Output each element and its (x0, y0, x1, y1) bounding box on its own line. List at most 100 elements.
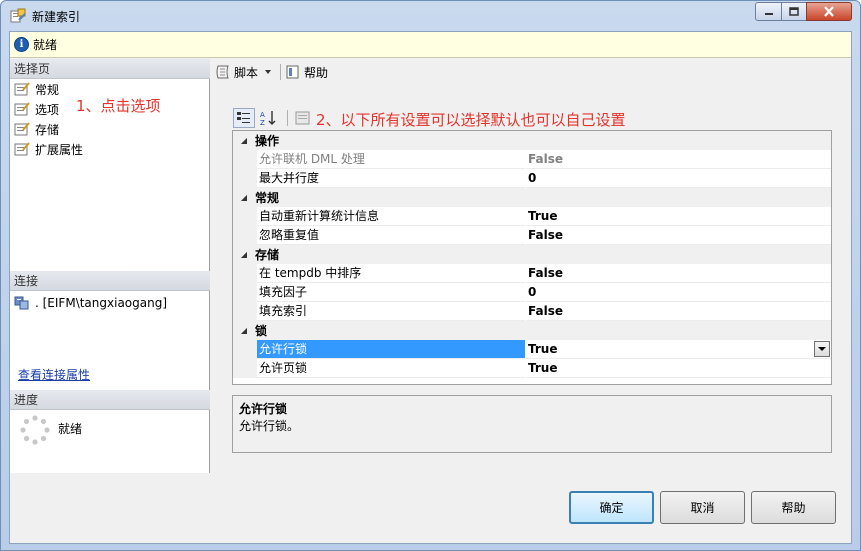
row-gutter (233, 302, 257, 321)
sort-alphabetical-button[interactable]: AZ (258, 108, 280, 128)
property-name: 允许联机 DML 处理 (257, 150, 525, 169)
annotation-settings-note: 2、以下所有设置可以选择默认也可以自己设置 (316, 111, 626, 129)
page-item-storage[interactable]: 存储 (14, 119, 59, 139)
select-page-header: 选择页 (10, 59, 210, 79)
page-icon (14, 142, 30, 156)
row-gutter (233, 169, 257, 188)
property-value: False (526, 302, 831, 321)
category-row[interactable]: ◢ 操作 (233, 131, 831, 150)
property-value: False (526, 226, 831, 245)
description-title: 允许行锁 (239, 402, 288, 416)
property-value: 0 (526, 169, 831, 188)
close-icon (824, 6, 834, 17)
svg-text:A: A (260, 111, 265, 119)
property-name: 填充索引 (257, 302, 525, 321)
help-button[interactable]: 帮助 (751, 491, 836, 524)
title-bar: 新建索引 (1, 1, 860, 31)
collapse-triangle-icon: ◢ (240, 250, 248, 259)
property-row[interactable]: 填充索引 False (233, 302, 831, 321)
property-row[interactable]: 最大并行度 0 (233, 169, 831, 188)
dropdown-arrow-icon (265, 70, 272, 74)
property-name: 在 tempdb 中排序 (257, 264, 525, 283)
value-dropdown-button[interactable] (814, 341, 830, 357)
progress-status: 就绪 (58, 422, 83, 436)
minimize-icon (764, 12, 773, 15)
progress-header: 进度 (10, 390, 210, 410)
categorized-button[interactable] (233, 108, 255, 128)
maximize-button[interactable] (781, 2, 807, 21)
view-connection-properties-link[interactable]: 查看连接属性 (18, 366, 90, 383)
collapse-triangle-icon: ◢ (240, 136, 248, 145)
status-bar: i 就绪 (10, 32, 851, 58)
page-item-label: 选项 (35, 102, 60, 117)
script-label: 脚本 (234, 65, 259, 80)
right-pane: 脚本 帮助 AZ 2、以下所有设置可以选择默认也可以自己设置 ◢ 操作 允许联机… (211, 59, 851, 473)
connection-header: 连接 (10, 271, 210, 291)
category-name: 锁 (255, 324, 268, 338)
sort-az-icon: AZ (260, 111, 276, 126)
page-item-extended-properties[interactable]: 扩展属性 (14, 139, 83, 159)
page-icon (14, 122, 30, 136)
property-row[interactable]: 允许联机 DML 处理 False (233, 150, 831, 169)
svg-text:Z: Z (260, 119, 265, 126)
server-connection-icon (14, 296, 29, 310)
property-name: 允许页锁 (257, 359, 525, 378)
row-gutter (233, 226, 257, 245)
property-value-select[interactable]: True (526, 340, 831, 359)
category-row[interactable]: ◢ 存储 (233, 245, 831, 264)
status-text: 就绪 (33, 38, 58, 52)
page-item-general[interactable]: 常规 (14, 79, 59, 99)
property-name: 自动重新计算统计信息 (257, 207, 525, 226)
property-value: False (526, 264, 831, 283)
dialog-client: i 就绪 选择页 常规 选项 存储 扩展属性 1、点击选项 连接 . [EIFM… (9, 31, 852, 544)
close-button[interactable] (806, 2, 852, 21)
property-value: 0 (526, 283, 831, 302)
left-pane: 选择页 常规 选项 存储 扩展属性 1、点击选项 连接 . [EIFM\tang… (10, 59, 210, 473)
property-row[interactable]: 允许页锁 True (233, 359, 831, 378)
grid-toolbar-separator (287, 110, 288, 126)
category-row[interactable]: ◢ 锁 (233, 321, 831, 340)
help-toolbar-button[interactable]: 帮助 (285, 64, 328, 81)
property-pages-button[interactable] (292, 108, 314, 128)
index-app-icon (10, 8, 26, 23)
property-row-selected[interactable]: 允许行锁 True (233, 340, 831, 359)
property-name: 最大并行度 (257, 169, 525, 188)
property-pages-icon (295, 111, 310, 125)
property-row[interactable]: 自动重新计算统计信息 True (233, 207, 831, 226)
description-text: 允许行锁。 (239, 419, 300, 433)
page-icon (14, 82, 30, 96)
ok-button[interactable]: 确定 (569, 491, 654, 524)
dialog-window: 新建索引 i 就绪 选择页 常规 选项 存储 扩展属性 1、点击选项 连接 . … (0, 0, 861, 551)
property-name: 允许行锁 (257, 340, 525, 359)
property-row[interactable]: 忽略重复值 False (233, 226, 831, 245)
property-value: True (526, 207, 831, 226)
property-row[interactable]: 在 tempdb 中排序 False (233, 264, 831, 283)
chevron-down-icon (818, 347, 826, 351)
row-gutter (233, 264, 257, 283)
property-row[interactable]: 填充因子 0 (233, 283, 831, 302)
property-name: 填充因子 (257, 283, 525, 302)
cancel-button[interactable]: 取消 (660, 491, 745, 524)
annotation-click-options: 1、点击选项 (76, 97, 161, 115)
page-item-label: 存储 (35, 122, 60, 137)
property-grid: ◢ 操作 允许联机 DML 处理 False 最大并行度 0 ◢ 常规 自动重新… (232, 130, 832, 385)
page-item-label: 扩展属性 (35, 142, 84, 157)
script-button[interactable]: 脚本 (215, 64, 274, 81)
category-row[interactable]: ◢ 常规 (233, 188, 831, 207)
category-name: 操作 (255, 134, 280, 148)
page-item-label: 常规 (35, 82, 60, 97)
categorized-icon (237, 112, 250, 123)
progress-spinner-icon (20, 415, 50, 445)
help-icon (286, 65, 299, 79)
toolbar-separator (280, 64, 282, 80)
collapse-triangle-icon: ◢ (240, 326, 248, 335)
page-item-options[interactable]: 选项 (14, 99, 59, 119)
connection-item: . [EIFM\tangxiaogang] (14, 293, 167, 313)
category-name: 存储 (255, 248, 280, 262)
category-name: 常规 (255, 191, 280, 205)
row-gutter (233, 283, 257, 302)
page-icon (14, 102, 30, 116)
window-title: 新建索引 (32, 10, 81, 24)
minimize-button[interactable] (755, 2, 782, 21)
row-gutter (233, 150, 257, 169)
